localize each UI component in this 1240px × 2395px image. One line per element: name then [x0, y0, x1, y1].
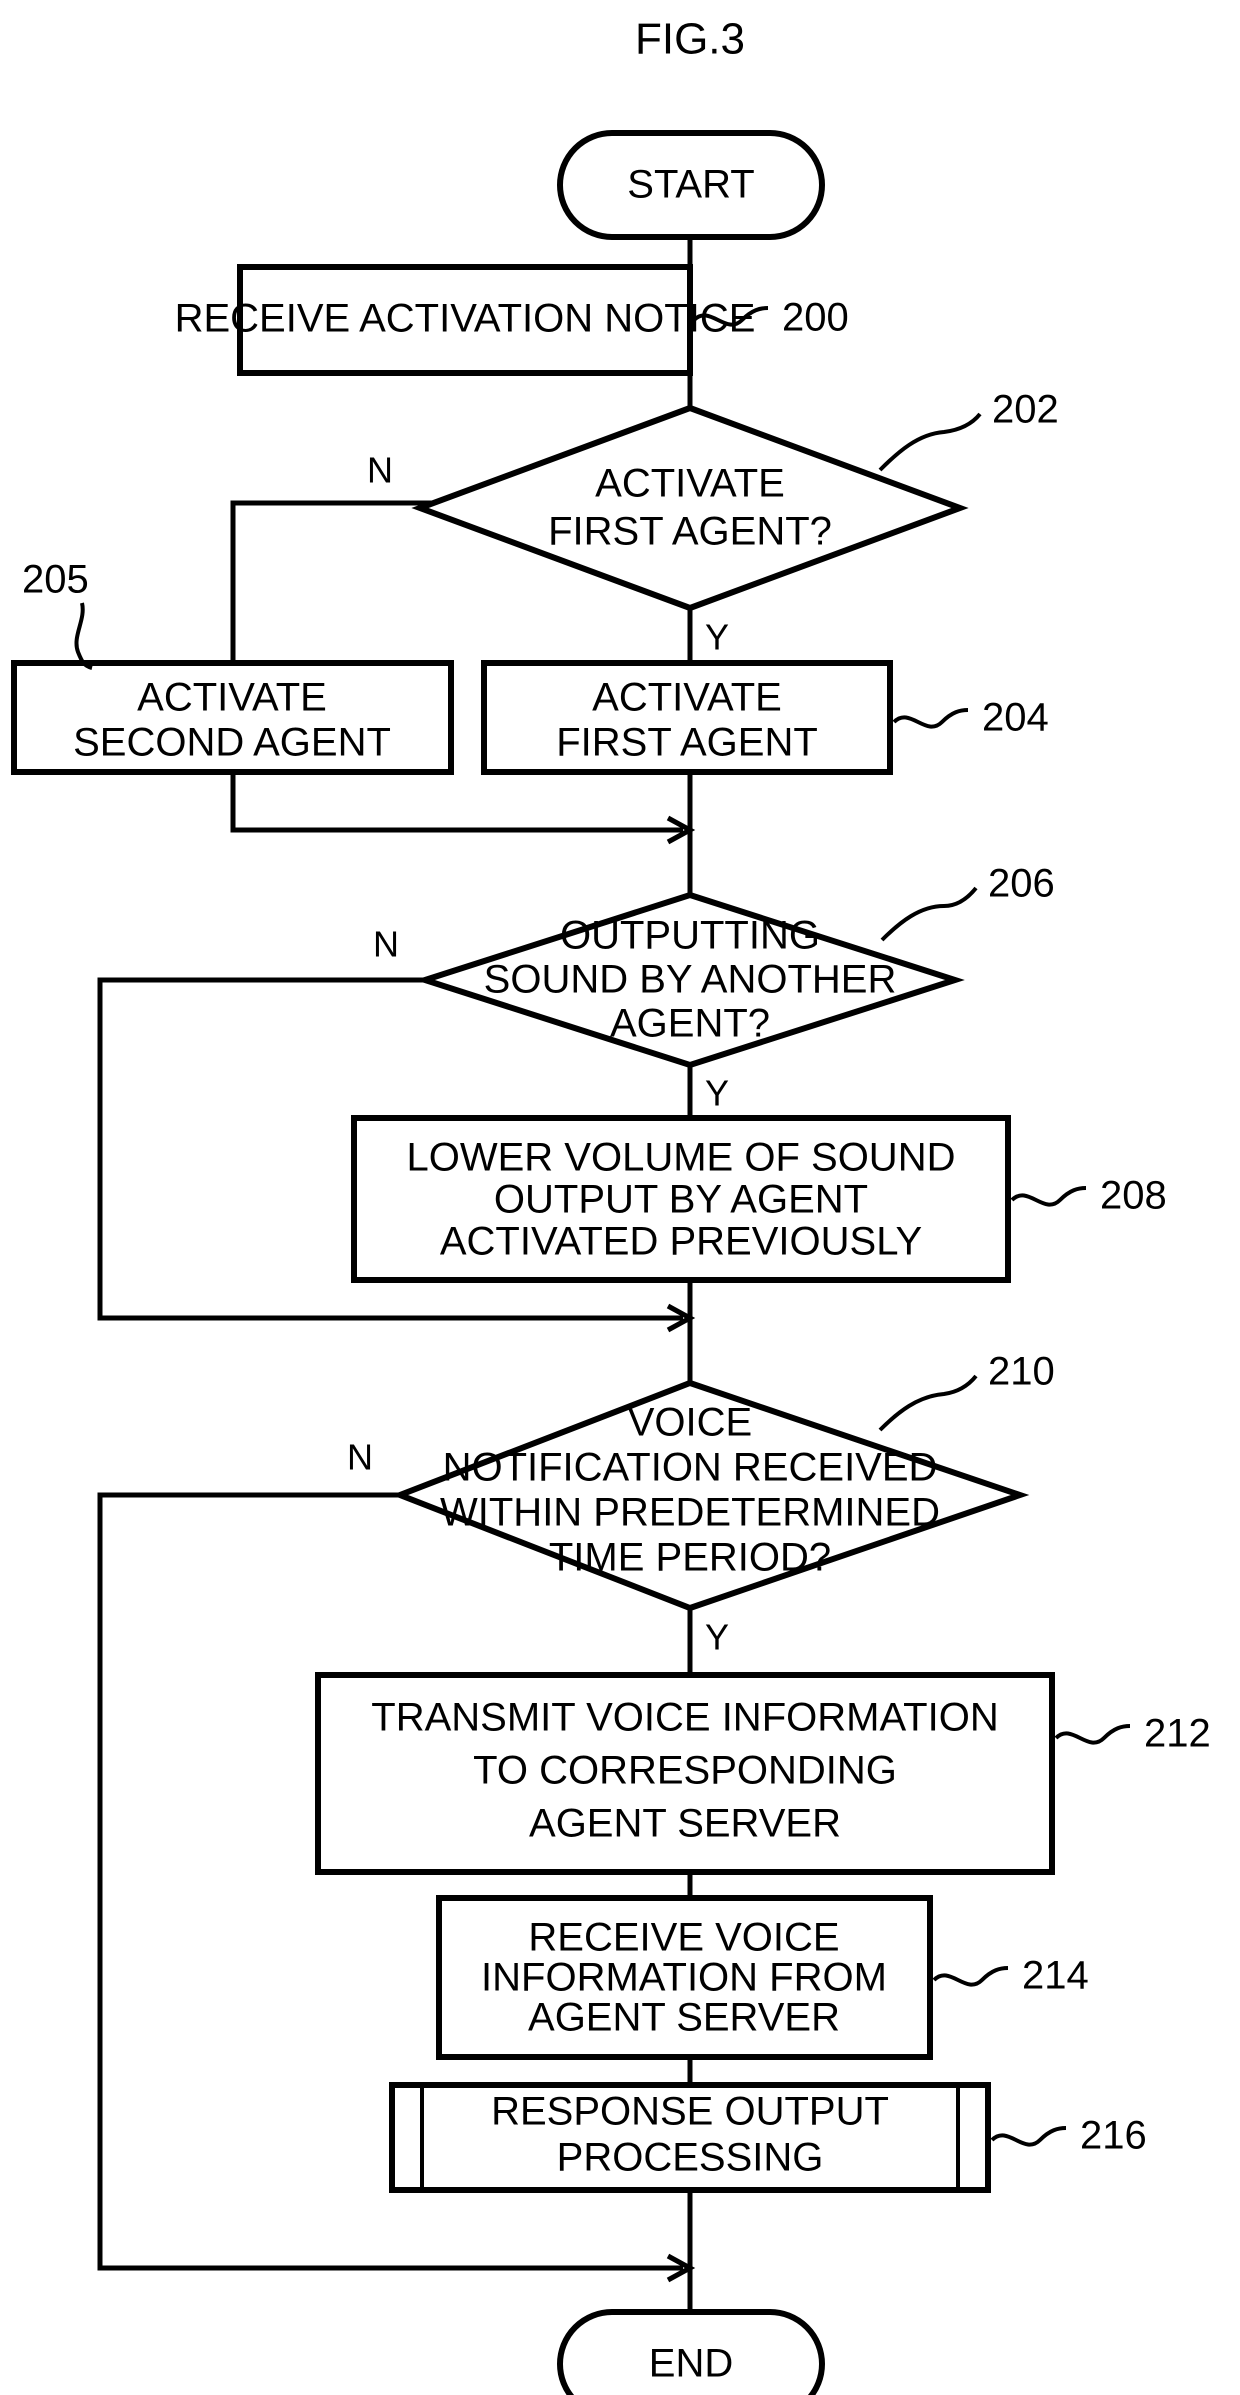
- decision-210-line-2: NOTIFICATION RECEIVED: [443, 1446, 938, 1490]
- process-208-line-3: ACTIVATED PREVIOUSLY: [440, 1220, 922, 1264]
- decision-202-yes-label: Y: [705, 617, 729, 658]
- leader-214: [932, 1966, 1009, 1987]
- process-200-line-1: RECEIVE ACTIVATION NOTICE: [175, 297, 756, 341]
- ref-number-204: 204: [982, 696, 1049, 740]
- decision-206-no-label: N: [373, 924, 399, 965]
- leader-205: [74, 602, 93, 670]
- connector-205-to-206: [230, 772, 683, 833]
- figure-title: FIG.3: [635, 15, 745, 64]
- ref-number-206: 206: [988, 862, 1055, 906]
- ref-number-210: 210: [988, 1350, 1055, 1394]
- flowchart-canvas: FIG.3 START RECEIVE ACTIVATION NOTICE 20…: [11, 15, 1211, 2395]
- decision-210-line-1: VOICE: [628, 1401, 752, 1445]
- figure-container: FIG.3 START RECEIVE ACTIVATION NOTICE 20…: [0, 0, 1240, 2395]
- decision-206-yes-label: Y: [705, 1073, 729, 1114]
- process-212-line-2: TO CORRESPONDING: [473, 1749, 897, 1793]
- leader-204: [892, 708, 969, 729]
- process-208-line-2: OUTPUT BY AGENT: [494, 1178, 868, 1222]
- process-204-line-2: FIRST AGENT: [556, 721, 818, 765]
- decision-210-yes-label: Y: [705, 1617, 729, 1658]
- start-label: START: [627, 163, 754, 207]
- decision-202-line-1: ACTIVATE: [595, 462, 785, 506]
- ref-number-205: 205: [22, 558, 89, 602]
- node-206-outputting-sound-decision: OUTPUTTING SOUND BY ANOTHER AGENT? 206 N…: [373, 862, 1055, 1114]
- node-208-lower-volume: LOWER VOLUME OF SOUND OUTPUT BY AGENT AC…: [351, 1115, 1167, 1283]
- process-216-line-2: PROCESSING: [557, 2136, 824, 2180]
- leader-216: [990, 2126, 1067, 2147]
- decision-210-line-4: TIME PERIOD?: [549, 1536, 831, 1580]
- node-start: START: [557, 130, 825, 240]
- decision-206-line-3: AGENT?: [610, 1002, 770, 1046]
- node-200-receive-activation-notice: RECEIVE ACTIVATION NOTICE 200: [175, 264, 849, 376]
- decision-202-no-label: N: [367, 450, 393, 491]
- decision-202-shape: [411, 404, 969, 612]
- ref-number-208: 208: [1100, 1174, 1167, 1218]
- ref-number-212: 212: [1144, 1712, 1211, 1756]
- node-end: END: [557, 2309, 825, 2395]
- process-214-line-3: AGENT SERVER: [528, 1996, 840, 2040]
- process-204-line-1: ACTIVATE: [592, 676, 782, 720]
- node-202-activate-first-agent-decision: ACTIVATE FIRST AGENT? 202 N Y: [367, 388, 1059, 658]
- leader-212: [1054, 1724, 1131, 1745]
- process-212-line-3: AGENT SERVER: [529, 1802, 841, 1846]
- decision-202-line-2: FIRST AGENT?: [548, 510, 832, 554]
- decision-206-line-2: SOUND BY ANOTHER: [484, 958, 897, 1002]
- ref-number-214: 214: [1022, 1954, 1089, 1998]
- ref-number-200: 200: [782, 296, 849, 340]
- leader-210: [878, 1374, 978, 1432]
- node-212-transmit-voice-information: TRANSMIT VOICE INFORMATION TO CORRESPOND…: [315, 1672, 1211, 1875]
- decision-210-line-3: WITHIN PREDETERMINED: [440, 1491, 940, 1535]
- decision-206-line-1: OUTPUTTING: [560, 914, 820, 958]
- process-214-line-2: INFORMATION FROM: [481, 1956, 887, 2000]
- process-212-line-1: TRANSMIT VOICE INFORMATION: [371, 1696, 998, 1740]
- leader-206: [880, 886, 978, 942]
- node-204-activate-first-agent: ACTIVATE FIRST AGENT 204: [481, 660, 1049, 775]
- process-205-line-2: SECOND AGENT: [73, 721, 391, 765]
- process-205-line-1: ACTIVATE: [137, 676, 327, 720]
- process-208-line-1: LOWER VOLUME OF SOUND: [407, 1136, 956, 1180]
- node-214-receive-voice-information: RECEIVE VOICE INFORMATION FROM AGENT SER…: [436, 1895, 1089, 2060]
- end-label: END: [649, 2342, 733, 2386]
- leader-208: [1010, 1186, 1087, 1207]
- process-214-line-1: RECEIVE VOICE: [528, 1916, 839, 1960]
- decision-210-no-label: N: [347, 1437, 373, 1478]
- ref-number-216: 216: [1080, 2114, 1147, 2158]
- node-216-response-output-processing: RESPONSE OUTPUT PROCESSING 216: [389, 2082, 1147, 2193]
- ref-number-202: 202: [992, 388, 1059, 432]
- process-216-line-1: RESPONSE OUTPUT: [491, 2090, 889, 2134]
- leader-202: [878, 412, 982, 472]
- node-210-voice-notification-decision: VOICE NOTIFICATION RECEIVED WITHIN PREDE…: [347, 1350, 1055, 1658]
